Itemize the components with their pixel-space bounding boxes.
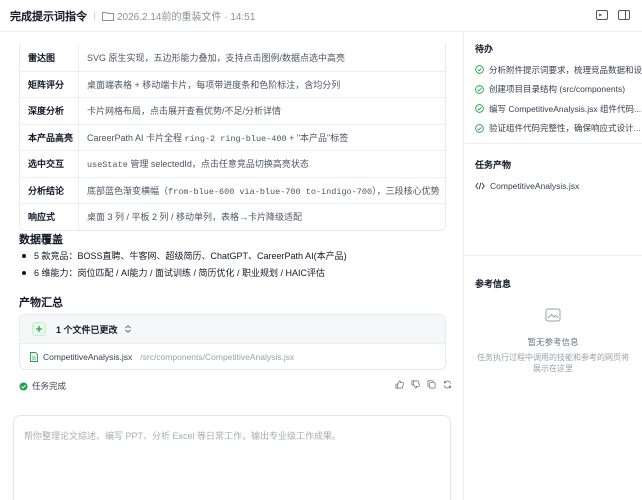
- bullet-text: BOSS直聘、牛客网、超级简历、ChatGPT、CareerPath AI(本产…: [77, 251, 347, 261]
- todo-list: 分析附件提示词要求，梳理竞品数据和设... 创建项目目录结构 (src/comp…: [475, 60, 642, 138]
- table-key-cell: 本产品高亮: [20, 124, 79, 150]
- panel-icon[interactable]: [618, 9, 630, 21]
- product-file-name: CompetitiveAnalysis.jsx: [490, 181, 580, 191]
- list-item: 5 款竞品： BOSS直聘、牛客网、超级简历、ChatGPT、CareerPat…: [22, 247, 347, 264]
- cell-text: 底部蓝色渐变横幅（: [87, 185, 169, 196]
- header-subtitle: 2026.2.14前的重装文件 · 14:51: [117, 12, 256, 23]
- check-circle-icon: [475, 65, 484, 75]
- table-row: 选中交互 useState 管理 selectedId，点击任意竞品切换高亮状态: [20, 150, 445, 177]
- todo-text: 编写 CompetitiveAnalysis.jsx 组件代码...: [489, 103, 642, 114]
- cell-text: 卡片网格布局，点击展开查看优势/不足/分析详情: [87, 106, 282, 117]
- bullet-dot: [22, 270, 26, 275]
- table-key-cell: 选中交互: [20, 151, 79, 177]
- check-circle-icon: [19, 381, 28, 391]
- todo-text: 验证组件代码完整性，确保响应式设计...: [489, 123, 641, 134]
- cell-text: SVG 原生实现，五边形能力叠加，支持点击图例/数据点选中高亮: [87, 52, 346, 63]
- plus-icon: [32, 322, 46, 336]
- changed-file-name: CompetitiveAnalysis.jsx: [43, 352, 133, 362]
- table-key-cell: 响应式: [20, 204, 79, 230]
- artifacts-heading: 产物汇总: [19, 297, 63, 309]
- todo-item[interactable]: 验证组件代码完整性，确保响应式设计...: [475, 119, 642, 139]
- thumb-up-icon[interactable]: [395, 380, 404, 389]
- refs-empty-state: 暂无参考信息 任务执行过程中调用的技能和参考的网页将展示在这里: [464, 308, 642, 374]
- todo-text: 分析附件提示词要求，梳理竞品数据和设...: [489, 64, 642, 75]
- refresh-icon[interactable]: [443, 380, 452, 389]
- table-row: 本产品高亮 CareerPath AI 卡片全程 ring-2 ring-blue…: [20, 123, 445, 150]
- product-file[interactable]: CompetitiveAnalysis.jsx: [475, 181, 579, 191]
- table-row: 深度分析 卡片网格布局，点击展开查看优势/不足/分析详情: [20, 97, 445, 124]
- todo-title: 待办: [475, 44, 494, 54]
- table-key-cell: 雷达图: [20, 44, 79, 71]
- app-window: 完成提示词指令 2026.2.14前的重装文件 · 14:51 雷达图 SVG 原…: [0, 0, 642, 500]
- table-value-cell: 桌面端表格 + 移动端卡片，每项带进度条和色阶标注，含均分列: [79, 78, 340, 91]
- sidebar-icon[interactable]: [596, 9, 608, 21]
- changed-files-card: 1 个文件已更改 CompetitiveAnalysis.jsx /src/co…: [19, 314, 446, 370]
- cell-text: 管理 selectedId，点击任意竞品切换高亮状态: [127, 159, 309, 170]
- changed-file-row[interactable]: CompetitiveAnalysis.jsx /src/components/…: [20, 344, 445, 369]
- refs-empty-desc: 任务执行过程中调用的技能和参考的网页将展示在这里: [477, 353, 629, 373]
- main-content: 雷达图 SVG 原生实现，五边形能力叠加，支持点击图例/数据点选中高亮 矩阵评分 桌面…: [0, 32, 463, 500]
- todo-item[interactable]: 编写 CompetitiveAnalysis.jsx 组件代码...: [475, 99, 642, 119]
- table-key-cell: 深度分析: [20, 98, 79, 124]
- file-icon: [30, 352, 38, 362]
- check-circle-icon: [475, 104, 484, 114]
- table-key-cell: 分析结论: [20, 177, 79, 203]
- code-icon: [475, 182, 485, 190]
- todo-item[interactable]: 创建项目目录结构 (src/components): [475, 80, 642, 100]
- check-circle-icon: [475, 84, 484, 94]
- inline-code: ring-2 ring-blue-400: [184, 133, 287, 144]
- composer: deepseek-v4-pro: [13, 415, 451, 500]
- data-coverage-heading: 数据覆盖: [19, 234, 63, 246]
- task-status-label: 任务完成: [32, 381, 67, 391]
- todo-text: 创建项目目录结构 (src/components): [489, 84, 626, 95]
- cell-text: ），三段核心优势: [372, 185, 440, 196]
- section-divider: [464, 143, 642, 144]
- table-row: 响应式 桌面 3 列 / 平板 2 列 / 移动单列，表格→卡片降级适配: [20, 203, 445, 230]
- cell-text: CareerPath AI 卡片全程: [87, 132, 185, 143]
- folder-icon: [102, 11, 114, 21]
- table-value-cell: 桌面 3 列 / 平板 2 列 / 移动单列，表格→卡片降级适配: [79, 210, 302, 223]
- products-title: 任务产物: [475, 160, 512, 170]
- data-coverage-list: 5 款竞品： BOSS直聘、牛客网、超级简历、ChatGPT、CareerPat…: [22, 247, 347, 281]
- table-key-cell: 矩阵评分: [20, 71, 79, 97]
- bullet-text: 岗位匹配 / AI能力 / 面试训练 / 简历优化 / 职业规划 / HAIC评…: [77, 268, 326, 278]
- section-divider: [464, 255, 642, 256]
- table-value-cell: 底部蓝色渐变横幅（from-blue-600 via-blue-700 to-i…: [79, 184, 440, 197]
- task-status: 任务完成: [19, 380, 66, 392]
- chevron-icon: [124, 325, 131, 333]
- bullet-label: 6 维能力：: [34, 268, 78, 278]
- check-circle-icon: [475, 123, 484, 133]
- table-value-cell: CareerPath AI 卡片全程 ring-2 ring-blue-400 …: [79, 131, 348, 144]
- header-separator: [94, 10, 95, 21]
- top-header: 完成提示词指令 2026.2.14前的重装文件 · 14:51: [0, 0, 642, 32]
- table-value-cell: 卡片网格布局，点击展开查看优势/不足/分析详情: [79, 104, 281, 117]
- table-value-cell: useState 管理 selectedId，点击任意竞品切换高亮状态: [79, 157, 309, 170]
- cell-text: 桌面端表格 + 移动端卡片，每项带进度条和色阶标注，含均分列: [87, 79, 341, 90]
- copy-icon[interactable]: [427, 380, 436, 389]
- feature-table: 雷达图 SVG 原生实现，五边形能力叠加，支持点击图例/数据点选中高亮 矩阵评分 桌面…: [19, 44, 446, 231]
- message-actions: [395, 380, 452, 389]
- composer-input[interactable]: [22, 426, 442, 446]
- table-row: 矩阵评分 桌面端表格 + 移动端卡片，每项带进度条和色阶标注，含均分列: [20, 70, 445, 97]
- refs-empty-title: 暂无参考信息: [527, 337, 579, 347]
- bullet-label: 5 款竞品：: [34, 251, 78, 261]
- changed-file-path: /src/components/CompetitiveAnalysis.jsx: [140, 352, 295, 362]
- changed-files-count: 1 个文件已更改: [56, 324, 118, 335]
- image-icon: [545, 308, 561, 322]
- table-row: 分析结论 底部蓝色渐变横幅（from-blue-600 via-blue-700 …: [20, 176, 445, 203]
- inline-code: useState: [87, 160, 128, 171]
- cell-text: + "本产品"标签: [286, 132, 349, 143]
- refs-title: 参考信息: [475, 279, 512, 289]
- todo-item[interactable]: 分析附件提示词要求，梳理竞品数据和设...: [475, 60, 642, 80]
- bullet-dot: [22, 253, 26, 258]
- page-title: 完成提示词指令: [10, 10, 87, 23]
- inline-code: from-blue-600 via-blue-700 to-indigo-700: [168, 186, 373, 197]
- thumb-down-icon[interactable]: [411, 380, 420, 389]
- cell-text: 桌面 3 列 / 平板 2 列 / 移动单列，表格→卡片降级适配: [87, 212, 303, 223]
- right-panel: 待办 分析附件提示词要求，梳理竞品数据和设... 创建项目目录结构 (src/c…: [464, 32, 642, 500]
- table-value-cell: SVG 原生实现，五边形能力叠加，支持点击图例/数据点选中高亮: [79, 51, 345, 64]
- table-row: 雷达图 SVG 原生实现，五边形能力叠加，支持点击图例/数据点选中高亮: [20, 44, 445, 71]
- changed-files-toggle[interactable]: 1 个文件已更改: [20, 315, 445, 344]
- list-item: 6 维能力： 岗位匹配 / AI能力 / 面试训练 / 简历优化 / 职业规划 …: [22, 264, 347, 281]
